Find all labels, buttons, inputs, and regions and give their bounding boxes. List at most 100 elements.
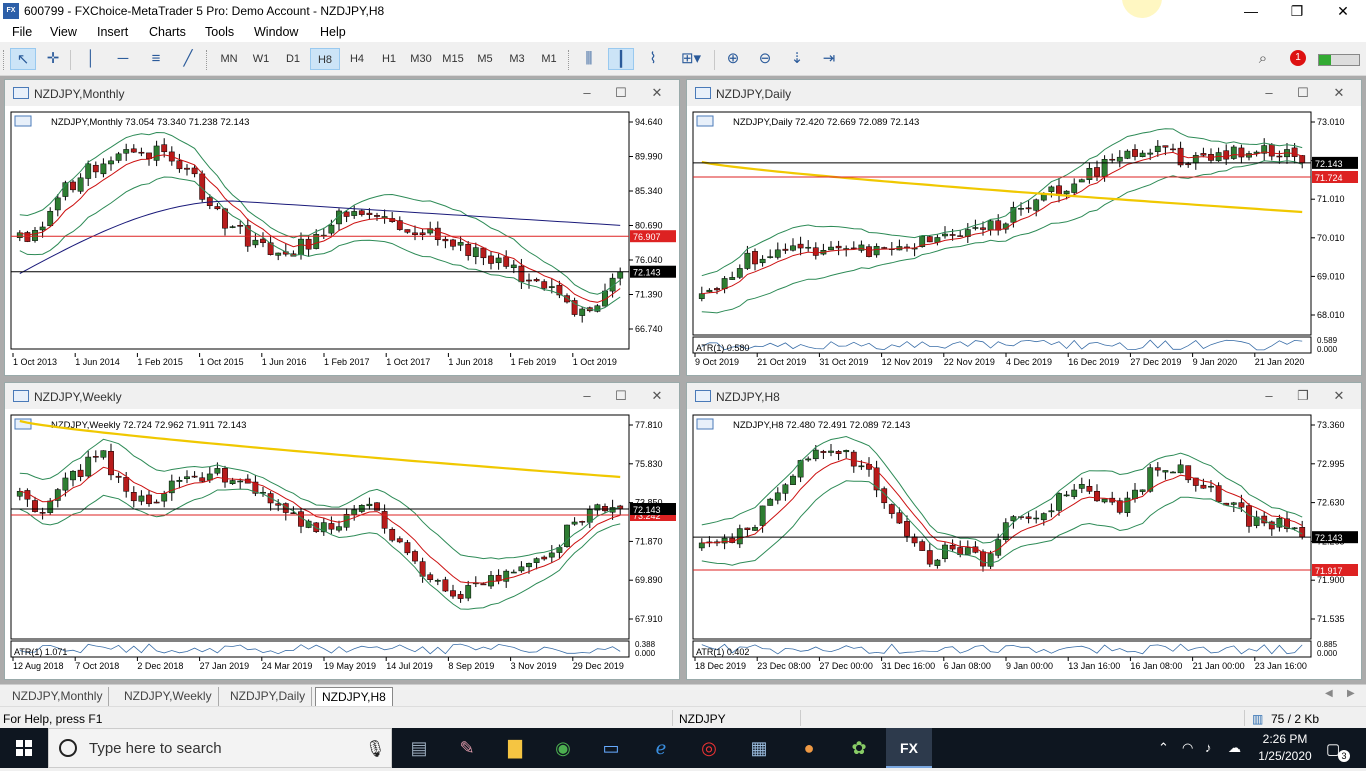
chart-shift-icon[interactable]: ⇥ [816, 48, 842, 70]
chrome-icon[interactable]: ● [786, 728, 832, 768]
onedrive-icon[interactable]: ☁ [1228, 740, 1241, 756]
tf-m1[interactable]: M1 [534, 48, 564, 70]
chart-minimize-button[interactable]: – [577, 83, 597, 103]
bull-candle [214, 468, 221, 474]
bar-chart-icon[interactable]: ⫼ [576, 48, 602, 70]
time-tick-label: 4 Dec 2019 [1006, 357, 1052, 367]
price-tick-label: 71.390 [635, 290, 663, 300]
settings-icon[interactable]: ✿ [836, 728, 882, 768]
paint-icon[interactable]: ✎ [444, 728, 490, 768]
taskbar-search-box[interactable]: Type here to search 🎙 [48, 728, 392, 768]
chart-close-button[interactable]: ✕ [1329, 386, 1349, 406]
tf-m15[interactable]: M15 [438, 48, 468, 70]
monthly-chart-canvas[interactable]: NZDJPY,Monthly 73.054 73.340 71.238 72.1… [5, 106, 679, 375]
windows-start-icon[interactable] [0, 728, 48, 768]
trendline-icon[interactable]: ╱ [175, 48, 201, 70]
edge-icon[interactable]: ℯ [638, 728, 684, 768]
zoom-in-icon[interactable]: ⊕ [720, 48, 746, 70]
wifi-icon[interactable]: ◠ [1182, 740, 1193, 756]
whatsapp-icon[interactable]: ◉ [540, 728, 586, 768]
chart-close-button[interactable]: ✕ [1329, 83, 1349, 103]
menu-charts[interactable]: Charts [149, 25, 186, 39]
horizontal-line-icon[interactable]: ─ [110, 48, 136, 70]
network-icon[interactable]: ▦ [736, 728, 782, 768]
bull-candle [790, 475, 796, 485]
tf-m5[interactable]: M5 [470, 48, 500, 70]
tf-d1[interactable]: D1 [278, 48, 308, 70]
price-tick-label: 85.340 [635, 186, 663, 196]
minimize-button[interactable]: — [1228, 0, 1274, 22]
monitor-icon[interactable]: ▭ [588, 728, 634, 768]
menu-help[interactable]: Help [320, 25, 346, 39]
tray-chevron-icon[interactable]: ⌃ [1158, 740, 1169, 756]
time-tick-label: 1 Oct 2015 [200, 357, 244, 367]
crosshair-icon[interactable]: ✛ [40, 48, 66, 70]
chart-minimize-button[interactable]: – [1259, 83, 1279, 103]
maximize-button[interactable]: ❐ [1274, 0, 1320, 22]
tab-daily[interactable]: NZDJPY,Daily [224, 687, 313, 706]
tf-m30[interactable]: M30 [406, 48, 436, 70]
chart-maximize-button[interactable]: ☐ [611, 83, 631, 103]
bear-candle [896, 512, 903, 524]
chart-menu-icon [696, 115, 714, 127]
bull-candle [1230, 502, 1237, 505]
chart-title-bar: NZDJPY,H8 – ❐ ✕ [687, 383, 1361, 409]
tf-h4[interactable]: H4 [342, 48, 372, 70]
file-explorer-icon[interactable]: ▤ [396, 728, 442, 768]
candlestick-icon[interactable]: ┃ [608, 48, 634, 70]
media-icon[interactable]: ◎ [686, 728, 732, 768]
menu-tools[interactable]: Tools [205, 25, 234, 39]
cursor-icon[interactable]: ↖ [10, 48, 36, 70]
tab-h8[interactable]: NZDJPY,H8 [315, 687, 393, 706]
fibonacci-icon[interactable]: ≡ [143, 48, 169, 70]
tf-w1[interactable]: W1 [246, 48, 276, 70]
zoom-out-icon[interactable]: ⊖ [752, 48, 778, 70]
tf-h1[interactable]: H1 [374, 48, 404, 70]
bear-candle [32, 500, 38, 512]
tab-scroll-right-icon[interactable]: ▶ [1347, 688, 1355, 699]
tf-m3[interactable]: M3 [502, 48, 532, 70]
taskbar-clock[interactable]: 2:26 PM 1/25/2020 [1255, 731, 1315, 765]
time-tick-label: 9 Jan 2020 [1193, 357, 1238, 367]
tf-mn[interactable]: MN [214, 48, 244, 70]
time-tick-label: 14 Jul 2019 [386, 661, 433, 671]
daily-chart-canvas[interactable]: NZDJPY,Daily 72.420 72.669 72.089 72.143… [687, 106, 1361, 375]
close-button[interactable]: ✕ [1320, 0, 1366, 22]
menu-window[interactable]: Window [254, 25, 298, 39]
folder-icon[interactable]: ▇ [492, 728, 538, 768]
microphone-icon[interactable]: 🎙 [365, 739, 385, 759]
chart-window-daily: NZDJPY,Daily – ☐ ✕ NZDJPY,Daily 72.420 7… [686, 79, 1362, 376]
chart-maximize-button[interactable]: ☐ [611, 386, 631, 406]
tab-monthly[interactable]: NZDJPY,Monthly [6, 687, 110, 706]
time-tick-label: 18 Dec 2019 [695, 661, 746, 671]
bull-candle [972, 227, 979, 229]
chart-close-button[interactable]: ✕ [647, 386, 667, 406]
chart-close-button[interactable]: ✕ [647, 83, 667, 103]
chart-maximize-button[interactable]: ☐ [1293, 83, 1313, 103]
indicators-icon[interactable]: ⊞▾ [672, 48, 710, 70]
menu-file[interactable]: File [12, 25, 32, 39]
time-tick-label: 1 Oct 2019 [573, 357, 617, 367]
chart-minimize-button[interactable]: – [1259, 386, 1279, 406]
tab-scroll-left-icon[interactable]: ◀ [1325, 688, 1333, 699]
chart-minimize-button[interactable]: – [577, 386, 597, 406]
plot-area [692, 414, 1312, 640]
tab-weekly[interactable]: NZDJPY,Weekly [118, 687, 219, 706]
bear-candle [184, 167, 190, 170]
fxchoice-icon[interactable]: FX [886, 728, 932, 768]
tf-h8[interactable]: H8 [310, 48, 340, 70]
autoscroll-icon[interactable]: ⇣ [784, 48, 810, 70]
line-chart-icon[interactable]: ⌇ [640, 48, 666, 70]
h8-chart-canvas[interactable]: NZDJPY,H8 72.480 72.491 72.089 72.143 73.… [687, 409, 1361, 679]
vertical-line-icon[interactable]: │ [78, 48, 104, 70]
time-tick-label: 12 Aug 2018 [13, 661, 64, 671]
chart-restore-button[interactable]: ❐ [1293, 386, 1313, 406]
weekly-chart-canvas[interactable]: NZDJPY,Weekly 72.724 72.962 71.911 72.14… [5, 409, 679, 679]
bull-candle [153, 145, 160, 161]
menu-view[interactable]: View [50, 25, 77, 39]
bear-candle [1238, 502, 1245, 508]
volume-icon[interactable]: ♪ [1205, 740, 1212, 755]
menu-insert[interactable]: Insert [97, 25, 128, 39]
search-icon[interactable]: ⌕ [1250, 48, 1276, 70]
notification-badge[interactable]: 1 [1290, 50, 1306, 66]
